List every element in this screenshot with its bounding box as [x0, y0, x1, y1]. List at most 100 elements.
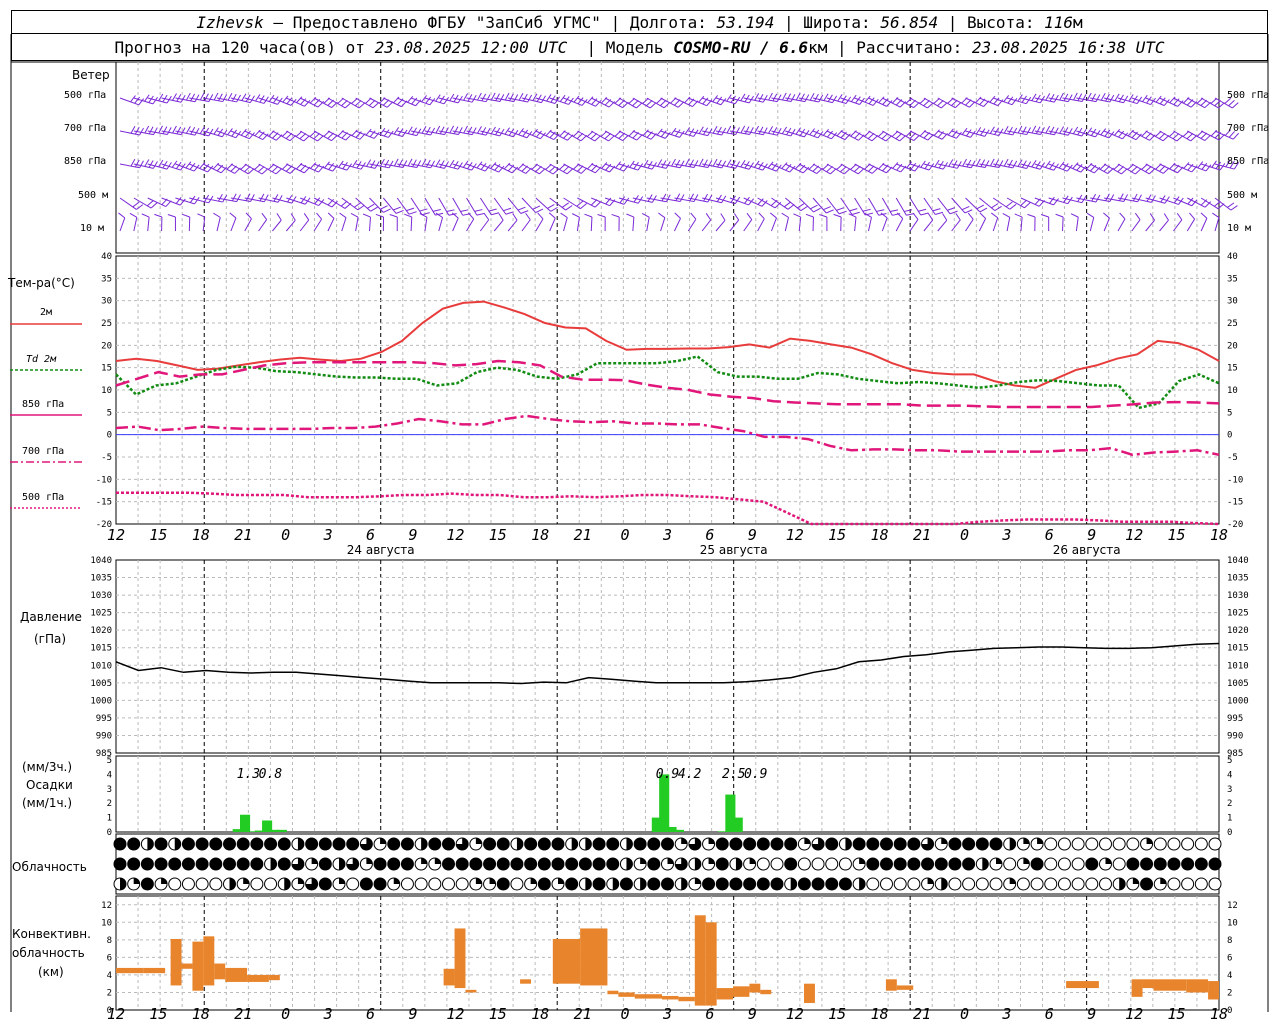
cloud-symbol: [414, 837, 428, 851]
temp-tick-right: 35: [1227, 274, 1238, 284]
wind-barb: [965, 127, 990, 137]
cloud-symbol: [962, 877, 976, 891]
conv-label: Конвективн.: [12, 927, 91, 941]
hour-label: 21: [913, 1005, 931, 1023]
cloud-symbol: [496, 837, 510, 851]
cloud-symbol: [743, 877, 757, 891]
conv-tick-right: 6: [1227, 953, 1232, 963]
wind-level-500hpa: 500 гПа: [64, 90, 106, 101]
wind-barb: [1173, 197, 1198, 207]
wind-barb: [350, 213, 359, 232]
wind-barb: [549, 197, 573, 211]
wind-barb: [848, 213, 857, 232]
hour-label: 6: [366, 526, 375, 544]
cloud-symbol: [1030, 857, 1044, 871]
cloud-symbol: [715, 857, 729, 871]
wind-barb: [521, 197, 544, 213]
conv-tick-right: 2: [1227, 988, 1232, 998]
legend-700: 700 гПа: [22, 446, 64, 457]
cloud-symbol: [483, 857, 497, 871]
wind-barb: [1027, 213, 1036, 232]
cloud-symbol: [606, 837, 620, 851]
cloud-symbol: [1003, 837, 1017, 851]
wind-barb: [674, 127, 699, 137]
wind-barb: [493, 213, 504, 232]
hour-label: 9: [748, 526, 757, 544]
cloud-symbol: [825, 837, 839, 851]
cloud-symbol: [264, 857, 278, 871]
cloud-symbol: [428, 857, 442, 871]
wind-barb: [507, 213, 518, 232]
hour-label: 12: [446, 526, 464, 544]
hour-label: 18: [871, 1005, 889, 1023]
wind-barb: [880, 212, 888, 232]
cloud-symbol: [647, 857, 661, 871]
conv-tick-right: 12: [1227, 901, 1238, 911]
cloud-symbol: [1112, 837, 1126, 851]
cloud-symbol: [989, 877, 1003, 891]
cloud-symbol: [606, 877, 620, 891]
cloud-symbol: [1140, 877, 1154, 891]
wind-level-10m: 10 м: [80, 223, 104, 234]
wind-barb: [1187, 97, 1211, 109]
wind-barb: [1200, 97, 1225, 109]
hour-label: 15: [828, 1005, 846, 1023]
press-tick-left: 1010: [90, 661, 112, 671]
cloud-symbol: [907, 857, 921, 871]
cloud-symbol: [1208, 877, 1222, 891]
cloud-symbol: [318, 837, 332, 851]
temp-tick-right: -5: [1227, 453, 1238, 463]
cloud-symbol: [1112, 857, 1126, 871]
hour-label: 9: [1087, 1005, 1096, 1023]
cloud-symbol: [1153, 837, 1167, 851]
cloud-symbol: [524, 857, 538, 871]
cloud-symbol: [387, 857, 401, 871]
hour-label: 6: [366, 1005, 375, 1023]
temp-tick-right: -20: [1227, 520, 1243, 530]
cloud-symbol: [154, 877, 168, 891]
cloud-symbol: [455, 877, 469, 891]
cloud-symbol: [318, 857, 332, 871]
hour-label: 6: [1045, 1005, 1054, 1023]
wind-level-10m-right: 10 м: [1227, 223, 1251, 234]
pressure-unit: (гПа): [34, 632, 66, 646]
hour-label: 21: [234, 1005, 252, 1023]
wind-barb: [577, 130, 602, 142]
cloud-symbol: [1140, 837, 1154, 851]
cloud-symbol: [852, 877, 866, 891]
cloud-symbol: [442, 837, 455, 851]
wind-level-700hpa-right: 700 гПа: [1227, 123, 1269, 134]
conv-tick-left: 6: [107, 953, 112, 963]
wind-barb: [1090, 163, 1114, 174]
day-label: 24 августа: [347, 543, 415, 557]
legend-500: 500 гПа: [22, 492, 64, 503]
conv-bar: [143, 967, 166, 974]
cloud-symbol: [619, 857, 633, 871]
hour-label: 15: [828, 526, 846, 544]
wind-barb: [597, 214, 606, 232]
cloud-symbol: [510, 877, 524, 891]
cloud-symbol: [154, 857, 168, 871]
cloud-symbol: [743, 837, 757, 851]
cloud-symbol: [880, 857, 893, 871]
cloud-symbol: [784, 857, 798, 871]
cloud-symbol: [688, 877, 702, 891]
conv-bar: [192, 941, 204, 991]
cloud-symbol: [880, 837, 893, 851]
precip-tick-right: 4: [1227, 770, 1232, 780]
cloud-symbol: [469, 877, 483, 891]
cloud-symbol: [592, 857, 606, 871]
wind-barb: [626, 213, 635, 232]
cloud-symbol: [661, 877, 674, 891]
wind-barb: [521, 163, 546, 175]
cloud-symbol: [647, 877, 661, 891]
precip-tick-left: 1: [107, 814, 112, 824]
conv-bar: [618, 992, 635, 997]
wind-barb: [923, 159, 949, 170]
press-tick-left: 1020: [90, 626, 112, 636]
cloud-symbol: [346, 877, 360, 891]
cloud-symbol: [305, 877, 319, 891]
temp-tick-right: -10: [1227, 475, 1243, 485]
hour-label: 9: [408, 1005, 417, 1023]
wind-barb: [978, 212, 987, 232]
